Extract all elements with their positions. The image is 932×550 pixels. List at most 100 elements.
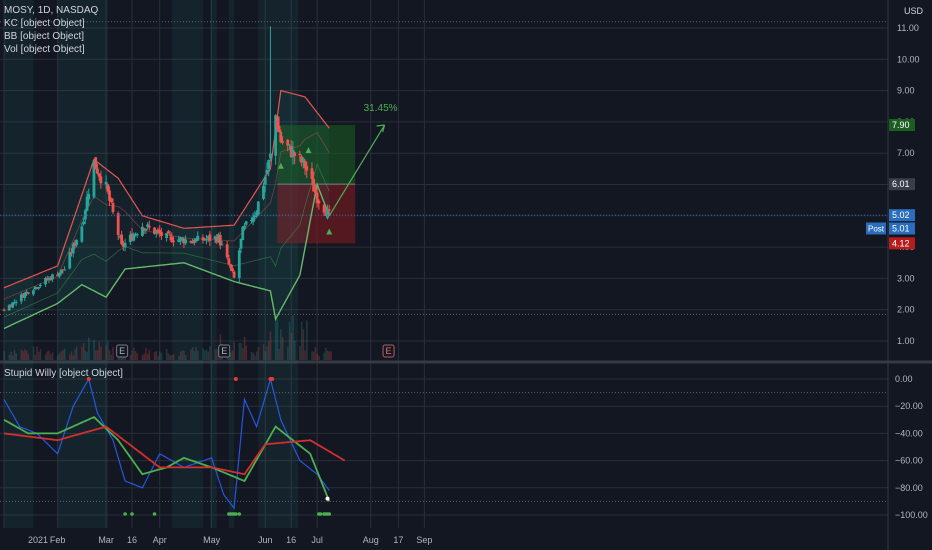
volume-bar	[181, 350, 184, 360]
candle-body[interactable]	[230, 268, 234, 271]
candle-body[interactable]	[196, 235, 200, 241]
candle-body[interactable]	[232, 271, 236, 278]
candle-body[interactable]	[327, 209, 331, 211]
volume-bar	[86, 351, 88, 360]
volume-bar	[3, 351, 5, 360]
volume-bar	[94, 350, 97, 360]
candle-body[interactable]	[310, 168, 314, 179]
candle-body[interactable]	[104, 181, 108, 185]
candle-body[interactable]	[96, 168, 99, 174]
volume-bar	[24, 349, 26, 360]
bb-legend[interactable]: BB [object Object]	[4, 30, 98, 43]
candle-body[interactable]	[265, 169, 269, 174]
candle-body[interactable]	[168, 234, 172, 236]
price-tick-label: 3.00	[897, 273, 915, 283]
candle-body[interactable]	[227, 258, 231, 265]
candle-body[interactable]	[239, 238, 243, 249]
vol-legend[interactable]: Vol [object Object]	[4, 43, 98, 56]
candle-body[interactable]	[314, 189, 317, 194]
candle-body[interactable]	[172, 240, 175, 243]
candle-body[interactable]	[26, 292, 30, 294]
volume-bar	[288, 322, 291, 360]
time-tick-label: Apr	[153, 535, 167, 545]
symbol-title[interactable]: MOSY, 1D, NASDAQ	[4, 4, 98, 17]
candle-body[interactable]	[144, 228, 148, 231]
price-tick-label: 9.00	[897, 86, 915, 96]
earnings-marker[interactable]: E	[382, 344, 395, 358]
candle-body[interactable]	[120, 234, 124, 245]
candle-body[interactable]	[225, 244, 229, 258]
candle-body[interactable]	[116, 213, 120, 235]
volume-bar	[75, 346, 78, 360]
candle-body[interactable]	[2, 309, 6, 311]
candle-body[interactable]	[229, 264, 233, 268]
candle-body[interactable]	[82, 221, 85, 225]
candle-body[interactable]	[279, 131, 283, 143]
candle-body[interactable]	[147, 225, 151, 228]
candle-body[interactable]	[51, 274, 54, 280]
volume-bar	[146, 354, 149, 360]
candle-body[interactable]	[269, 153, 272, 159]
candle-body[interactable]	[281, 140, 284, 143]
candle-body[interactable]	[305, 165, 309, 171]
oversold-dot	[130, 512, 134, 516]
earnings-marker[interactable]: E	[218, 344, 231, 358]
candle-body[interactable]	[38, 284, 42, 287]
candle-body[interactable]	[277, 125, 281, 133]
candle-body[interactable]	[32, 290, 35, 295]
volume-bar	[209, 346, 211, 360]
candle-body[interactable]	[220, 244, 224, 246]
candle-body[interactable]	[154, 231, 158, 234]
candle-body[interactable]	[123, 242, 127, 248]
candle-body[interactable]	[251, 217, 255, 223]
volume-bar	[27, 354, 30, 360]
volume-bar	[63, 348, 66, 360]
candle-body[interactable]	[208, 234, 212, 241]
oscillator-title[interactable]: Stupid Willy [object Object]	[4, 367, 123, 380]
volume-bar	[22, 351, 24, 360]
candle-body[interactable]	[97, 173, 101, 177]
candle-body[interactable]	[288, 144, 291, 146]
candle-body[interactable]	[63, 269, 66, 271]
volume-bar	[328, 351, 331, 360]
candle-body[interactable]	[263, 176, 267, 185]
candle-body[interactable]	[75, 239, 79, 246]
candle-body[interactable]	[37, 287, 40, 289]
candle-body[interactable]	[298, 153, 302, 155]
candle-body[interactable]	[184, 239, 188, 244]
kc-legend[interactable]: KC [object Object]	[4, 17, 98, 30]
candle-body[interactable]	[267, 159, 271, 169]
osc-tick-label: −20.00	[895, 401, 923, 411]
candle-body[interactable]	[322, 204, 326, 213]
candle-body[interactable]	[99, 176, 103, 184]
volume-bar	[159, 351, 161, 360]
candle-body[interactable]	[11, 302, 15, 308]
candle-body[interactable]	[166, 231, 170, 234]
candle-body[interactable]	[165, 233, 169, 239]
earnings-marker[interactable]: E	[116, 344, 129, 358]
candle-body[interactable]	[243, 225, 246, 229]
candle-body[interactable]	[111, 203, 115, 213]
candle-body[interactable]	[68, 252, 72, 269]
candle-body[interactable]	[205, 239, 208, 241]
candle-body[interactable]	[218, 235, 222, 246]
candle-body[interactable]	[80, 226, 84, 242]
candle-body[interactable]	[256, 201, 260, 215]
candle-body[interactable]	[94, 157, 98, 170]
candle-body[interactable]	[141, 226, 144, 236]
candle-body[interactable]	[262, 185, 265, 199]
volume-bar	[293, 340, 296, 360]
candle-body[interactable]	[237, 250, 241, 278]
candle-body[interactable]	[135, 234, 139, 236]
volume-bar	[323, 352, 325, 360]
candle-body[interactable]	[87, 194, 91, 200]
candle-body[interactable]	[57, 272, 61, 277]
candle-body[interactable]	[14, 301, 18, 304]
volume-bar	[46, 351, 49, 360]
candle-body[interactable]	[293, 152, 297, 157]
candle-body[interactable]	[109, 198, 113, 203]
candle-body[interactable]	[160, 231, 163, 237]
candle-body[interactable]	[244, 221, 248, 225]
candle-body[interactable]	[317, 200, 321, 204]
chart-root[interactable]: 31.45%EEE USD1.002.003.004.005.006.007.0…	[0, 0, 932, 550]
